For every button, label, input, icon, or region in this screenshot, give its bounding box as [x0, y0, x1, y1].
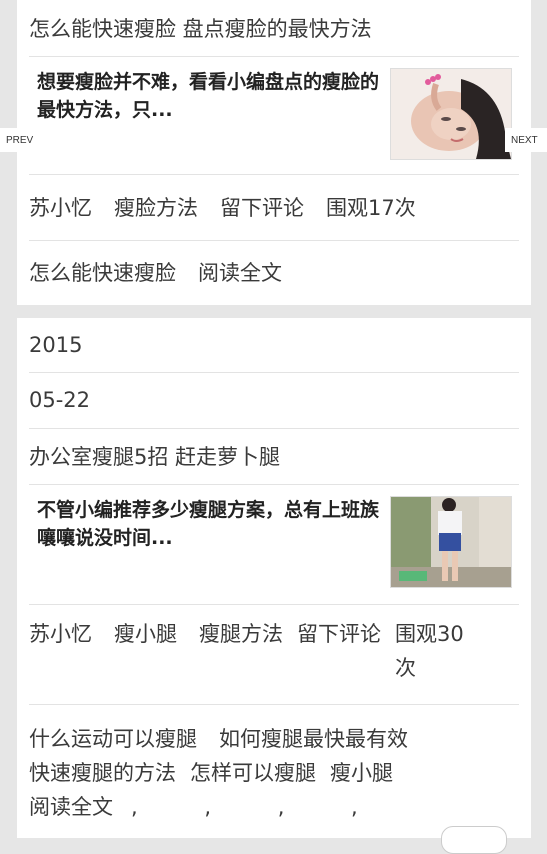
post-tags: 什么运动可以瘦腿 如何瘦腿最快最有效 快速瘦腿的方法 怎样可以瘦腿 瘦小腿 阅读全文,…	[29, 722, 519, 824]
tag-link[interactable]: 快速瘦腿的方法	[29, 761, 176, 785]
post-card-1: 怎么能快速瘦脸 盘点瘦脸的最快方法 想要瘦脸并不难，看看小编盘点的瘦脸的最快方法…	[17, 0, 531, 305]
prev-button[interactable]: PREV	[0, 128, 40, 152]
post-tags: 怎么能快速瘦脸 阅读全文	[29, 240, 519, 304]
tag-link[interactable]: 什么运动可以瘦腿	[29, 727, 197, 751]
excerpt-text: 想要瘦脸并不难，看看小编盘点的瘦脸的最快方法，只...	[37, 71, 380, 121]
year-text: 2015	[29, 333, 83, 357]
next-label: NEXT	[511, 134, 538, 146]
post-title-text[interactable]: 怎么能快速瘦脸 盘点瘦脸的最快方法	[29, 13, 372, 43]
post-excerpt[interactable]: 想要瘦脸并不难，看看小编盘点的瘦脸的最快方法，只...	[29, 56, 519, 175]
post-date: 05-22	[29, 372, 519, 429]
tag-link[interactable]: 如何瘦腿最快最有效	[219, 727, 408, 751]
meta-views: 围观17次	[326, 196, 416, 220]
meta-comment[interactable]: 留下评论	[220, 192, 304, 222]
divider	[29, 704, 519, 705]
prev-label: PREV	[6, 134, 34, 146]
tag-link[interactable]: 怎么能快速瘦脸	[29, 257, 176, 287]
post-title[interactable]: 怎么能快速瘦脸 盘点瘦脸的最快方法	[29, 0, 519, 57]
post-thumbnail[interactable]	[390, 496, 512, 588]
read-more-link[interactable]: 阅读全文	[198, 257, 282, 287]
post-card-2: 2015 05-22 办公室瘦腿5招 赶走萝卜腿 不管小编推荐多少瘦腿方案，总有…	[17, 318, 531, 854]
next-button[interactable]: NEXT	[505, 128, 547, 152]
date-text: 05-22	[29, 388, 91, 412]
meta-views: 围观30次	[395, 622, 464, 680]
meta-category[interactable]: 瘦脸方法	[114, 192, 198, 222]
post-excerpt[interactable]: 不管小编推荐多少瘦腿方案，总有上班族嚷嚷说没时间...	[29, 484, 519, 605]
meta-comment[interactable]: 留下评论	[297, 622, 381, 646]
tag-link[interactable]: 怎样可以瘦腿	[190, 761, 316, 785]
read-more-link[interactable]: 阅读全文	[29, 795, 113, 819]
back-to-top-button[interactable]	[441, 826, 507, 854]
post-meta: 苏小忆 瘦小腿 瘦腿方法 留下评论 围观30次	[29, 617, 519, 685]
meta-category-1[interactable]: 瘦小腿	[114, 622, 177, 646]
post-thumbnail[interactable]	[390, 68, 512, 160]
tag-link[interactable]: 瘦小腿	[330, 761, 393, 785]
meta-author[interactable]: 苏小忆	[29, 192, 92, 222]
meta-category-2[interactable]: 瘦腿方法	[199, 622, 283, 646]
excerpt-text: 不管小编推荐多少瘦腿方案，总有上班族嚷嚷说没时间...	[37, 499, 380, 549]
tag-separators: , , , ,	[131, 795, 388, 819]
post-title[interactable]: 办公室瘦腿5招 赶走萝卜腿	[29, 428, 519, 485]
post-year: 2015	[29, 318, 519, 373]
meta-author[interactable]: 苏小忆	[29, 622, 92, 646]
post-meta: 苏小忆 瘦脸方法 留下评论 围观17次	[29, 174, 519, 241]
post-title-text[interactable]: 办公室瘦腿5招 赶走萝卜腿	[29, 441, 280, 471]
